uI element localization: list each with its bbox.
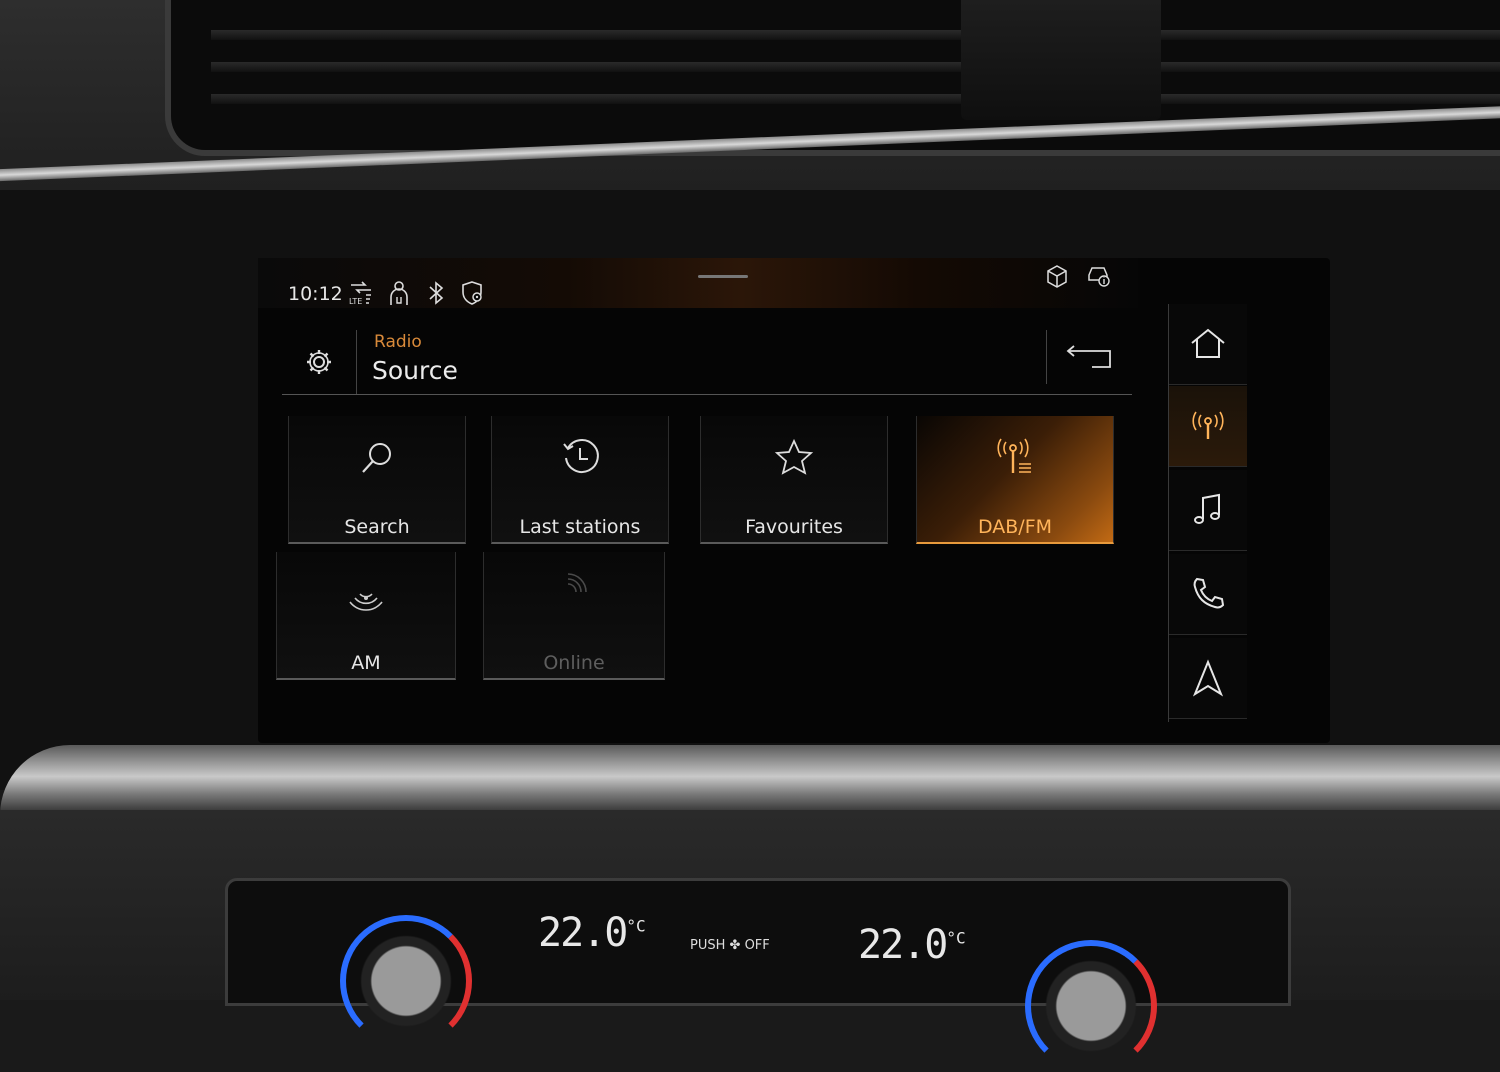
- air-vent: [165, 0, 1500, 156]
- source-tile-am[interactable]: AM: [276, 552, 456, 680]
- radio-antenna-icon: [1192, 411, 1224, 439]
- chrome-trim-lower: [0, 745, 1500, 815]
- home-icon: [1191, 328, 1225, 358]
- am-signal-icon: [349, 593, 383, 611]
- source-tile-online: Online: [483, 552, 665, 680]
- search-icon: [362, 443, 391, 473]
- bluetooth-icon: [423, 279, 449, 307]
- driver-assist-icon: [386, 279, 412, 307]
- pull-down-handle[interactable]: [698, 275, 748, 278]
- source-tile-search[interactable]: Search: [288, 416, 466, 544]
- page-title: Source: [372, 356, 458, 385]
- fan-icon: ✤: [729, 938, 741, 953]
- nav-phone-button[interactable]: [1169, 554, 1247, 635]
- right-temperature: 22.0°C: [858, 922, 966, 968]
- location-shield-icon: [460, 279, 486, 307]
- status-bar: 10:12 LTE: [258, 258, 1138, 308]
- breadcrumb: Radio: [374, 332, 422, 352]
- tile-label: Online: [543, 652, 605, 674]
- dab-antenna-icon: [997, 438, 1031, 473]
- nav-navigation-button[interactable]: [1169, 638, 1247, 719]
- gear-icon: [307, 350, 331, 374]
- settings-button[interactable]: [282, 330, 357, 394]
- package-icon: [1044, 263, 1070, 291]
- right-temp-knob[interactable]: [1025, 940, 1157, 1072]
- left-temperature: 22.0°C: [538, 910, 646, 956]
- side-navigation: [1168, 304, 1247, 722]
- nav-home-button[interactable]: [1169, 304, 1247, 385]
- source-tile-dab-fm[interactable]: DAB/FM: [916, 416, 1114, 544]
- tile-label: Last stations: [519, 516, 641, 538]
- online-signal-icon: [567, 573, 587, 593]
- tile-label: DAB/FM: [977, 516, 1053, 538]
- tile-label: AM: [351, 652, 381, 674]
- navigation-arrow-icon: [1192, 659, 1224, 697]
- header-bar: Radio Source: [282, 330, 1132, 395]
- star-icon: [774, 438, 814, 475]
- lte-data-icon: LTE: [348, 279, 374, 307]
- back-button[interactable]: [1046, 330, 1133, 384]
- phone-holder-clip: [961, 0, 1161, 120]
- left-temp-knob[interactable]: [340, 915, 472, 1047]
- svg-text:LTE: LTE: [349, 297, 362, 306]
- infotainment-screen: 10:12 LTE Radio Source Search Last stati…: [258, 258, 1330, 743]
- tile-label: Favourites: [745, 516, 843, 538]
- back-arrow-icon: [1066, 345, 1111, 368]
- phone-icon: [1193, 577, 1225, 609]
- source-tile-last-stations[interactable]: Last stations: [491, 416, 669, 544]
- nav-radio-button[interactable]: [1169, 386, 1247, 467]
- nav-media-button[interactable]: [1169, 470, 1247, 551]
- music-note-icon: [1194, 493, 1220, 524]
- history-clock-icon: [563, 438, 599, 473]
- car-info-icon: [1086, 261, 1112, 289]
- source-tile-favourites[interactable]: Favourites: [700, 416, 888, 544]
- clock: 10:12: [288, 283, 343, 305]
- fan-push-off-button[interactable]: PUSH ✤ OFF: [690, 938, 770, 953]
- tile-label: Search: [344, 516, 410, 538]
